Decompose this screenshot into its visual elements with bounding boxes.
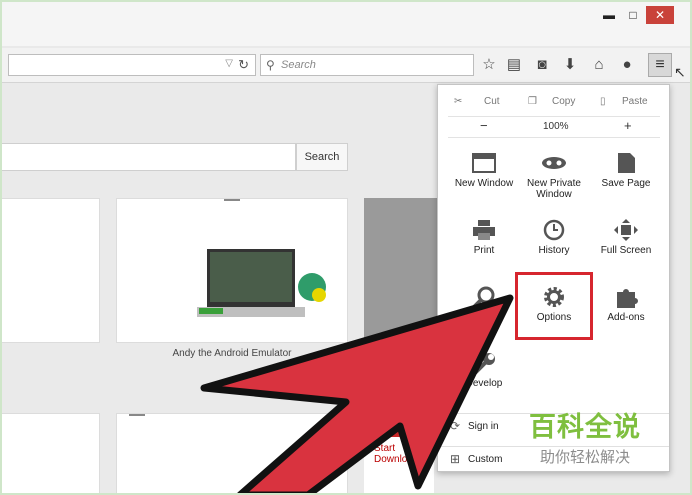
paste-button[interactable]: Paste [622,96,648,107]
reload-icon[interactable]: ↻ [238,57,249,73]
new-window-button[interactable]: New Window [448,152,520,189]
mouse-cursor-icon: ↖ [674,64,686,80]
scissors-icon[interactable]: ✂ [454,96,462,107]
reading-list-icon[interactable]: ▤ [503,54,525,76]
search-placeholder: Search [281,59,316,71]
page-icon [618,153,635,173]
chat-icon[interactable]: ● [616,54,638,76]
watermark-title: 百科全说 [529,412,641,442]
save-page-button[interactable]: Save Page [590,152,662,189]
search-icon: ⚲ [266,58,275,72]
cut-button[interactable]: Cut [484,96,500,107]
star-icon[interactable]: ☆ [478,54,500,76]
clock-icon [543,219,565,241]
page-search-button[interactable]: Search [296,143,348,171]
zoom-level[interactable]: 100% [543,121,569,132]
zoom-out-button[interactable]: − [480,118,488,133]
history-button[interactable]: History [518,219,590,256]
copy-button[interactable]: Copy [552,96,575,107]
close-button[interactable]: ✕ [646,6,674,24]
page-search-input[interactable] [0,143,296,171]
minimize-button[interactable]: ▬ [600,6,618,24]
options-highlight-box [515,272,593,340]
edit-controls: ✂ Cut ❐ Copy ▯ Paste [448,93,660,111]
new-private-window-button[interactable]: New Private Window [518,152,590,200]
mask-icon [542,157,566,169]
download-icon[interactable]: ⬇ [559,54,581,76]
window-icon [472,153,496,173]
printer-icon [473,220,495,240]
search-input[interactable]: ⚲ Search [260,54,474,76]
zoom-controls: − 100% + [448,116,660,138]
url-bar[interactable]: ▽ ↻ [8,54,256,76]
title-bar: ▬ □ ✕ [0,0,692,46]
zoom-in-button[interactable]: + [624,118,632,133]
maximize-button[interactable]: □ [624,6,642,24]
watermark-subtitle: 助你轻松解决 [539,449,630,466]
print-button[interactable]: Print [448,219,520,256]
tile[interactable] [0,198,100,343]
puzzle-icon [617,289,638,308]
chevron-down-icon[interactable]: ▽ [225,58,233,69]
tile[interactable] [0,413,100,495]
nav-toolbar: ▽ ↻ ⚲ Search ☆ ▤ ◙ ⬇ ⌂ ● ≡ [0,48,692,83]
red-arrow-annotation [200,294,514,495]
hamburger-menu-button[interactable]: ≡ [648,53,672,77]
copy-icon[interactable]: ❐ [528,96,537,107]
add-ons-button[interactable]: Add-ons [590,286,662,323]
home-icon[interactable]: ⌂ [588,54,610,76]
paste-icon[interactable]: ▯ [600,96,606,107]
fullscreen-icon [614,219,638,241]
pocket-icon[interactable]: ◙ [531,54,553,76]
full-screen-button[interactable]: Full Screen [590,219,662,256]
watermark: 百科全说 助你轻松解决 [510,405,660,466]
